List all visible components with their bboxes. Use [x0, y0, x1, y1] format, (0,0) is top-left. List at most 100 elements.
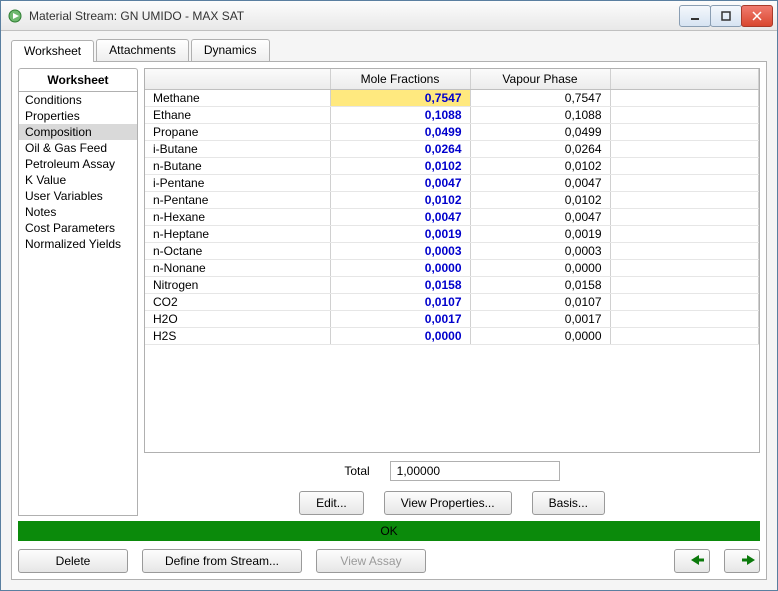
nav-item-composition[interactable]: Composition [19, 124, 137, 140]
action-buttons: Edit... View Properties... Basis... [144, 485, 760, 517]
cell-name[interactable]: H2O [145, 310, 330, 327]
cell-mole-fraction[interactable]: 0,1088 [330, 106, 470, 123]
cell-mole-fraction[interactable]: 0,0000 [330, 327, 470, 344]
cell-mole-fraction[interactable]: 0,0047 [330, 174, 470, 191]
cell-name[interactable]: Methane [145, 89, 330, 106]
cell-empty [610, 327, 759, 344]
tab-page: Worksheet ConditionsPropertiesCompositio… [11, 61, 767, 580]
table-row: Methane0,75470,7547 [145, 89, 759, 106]
cell-mole-fraction[interactable]: 0,0264 [330, 140, 470, 157]
cell-vapour-phase[interactable]: 0,0003 [470, 242, 610, 259]
cell-name[interactable]: n-Octane [145, 242, 330, 259]
tab-attachments[interactable]: Attachments [96, 39, 189, 61]
nav-header: Worksheet [18, 68, 138, 91]
delete-button[interactable]: Delete [18, 549, 128, 573]
cell-name[interactable]: n-Butane [145, 157, 330, 174]
cell-name[interactable]: n-Pentane [145, 191, 330, 208]
cell-empty [610, 242, 759, 259]
close-button[interactable] [741, 5, 773, 27]
cell-vapour-phase[interactable]: 0,0102 [470, 191, 610, 208]
total-label: Total [344, 464, 369, 478]
cell-mole-fraction[interactable]: 0,0003 [330, 242, 470, 259]
col-name[interactable] [145, 69, 330, 89]
cell-name[interactable]: Propane [145, 123, 330, 140]
cell-empty [610, 225, 759, 242]
minimize-button[interactable] [679, 5, 711, 27]
forward-button[interactable] [724, 549, 760, 573]
cell-vapour-phase[interactable]: 0,0264 [470, 140, 610, 157]
table-row: n-Pentane0,01020,0102 [145, 191, 759, 208]
cell-name[interactable]: n-Heptane [145, 225, 330, 242]
footer: Delete Define from Stream... View Assay [18, 545, 760, 573]
table-row: H2S0,00000,0000 [145, 327, 759, 344]
total-row: Total [144, 453, 760, 485]
cell-mole-fraction[interactable]: 0,0499 [330, 123, 470, 140]
cell-name[interactable]: Nitrogen [145, 276, 330, 293]
view-properties-button[interactable]: View Properties... [384, 491, 512, 515]
edit-button[interactable]: Edit... [299, 491, 364, 515]
cell-name[interactable]: n-Nonane [145, 259, 330, 276]
nav-item-conditions[interactable]: Conditions [19, 92, 137, 108]
tab-worksheet[interactable]: Worksheet [11, 40, 94, 62]
nav-item-user-variables[interactable]: User Variables [19, 188, 137, 204]
nav-item-k-value[interactable]: K Value [19, 172, 137, 188]
cell-mole-fraction[interactable]: 0,0047 [330, 208, 470, 225]
nav-item-oil-gas-feed[interactable]: Oil & Gas Feed [19, 140, 137, 156]
cell-mole-fraction[interactable]: 0,0158 [330, 276, 470, 293]
back-button[interactable] [674, 549, 710, 573]
cell-vapour-phase[interactable]: 0,0019 [470, 225, 610, 242]
cell-name[interactable]: i-Pentane [145, 174, 330, 191]
table-row: n-Octane0,00030,0003 [145, 242, 759, 259]
cell-empty [610, 157, 759, 174]
cell-vapour-phase[interactable]: 0,0499 [470, 123, 610, 140]
table-row: n-Nonane0,00000,0000 [145, 259, 759, 276]
cell-vapour-phase[interactable]: 0,0017 [470, 310, 610, 327]
nav-item-properties[interactable]: Properties [19, 108, 137, 124]
app-icon [7, 8, 23, 24]
cell-mole-fraction[interactable]: 0,0017 [330, 310, 470, 327]
cell-name[interactable]: CO2 [145, 293, 330, 310]
cell-mole-fraction[interactable]: 0,0000 [330, 259, 470, 276]
cell-mole-fraction[interactable]: 0,0019 [330, 225, 470, 242]
window: Material Stream: GN UMIDO - MAX SAT Work… [0, 0, 778, 591]
cell-name[interactable]: n-Hexane [145, 208, 330, 225]
cell-mole-fraction[interactable]: 0,0107 [330, 293, 470, 310]
window-controls [680, 5, 773, 27]
cell-vapour-phase[interactable]: 0,0158 [470, 276, 610, 293]
tab-row: Worksheet Attachments Dynamics [11, 39, 767, 61]
cell-vapour-phase[interactable]: 0,0047 [470, 208, 610, 225]
cell-mole-fraction[interactable]: 0,7547 [330, 89, 470, 106]
cell-vapour-phase[interactable]: 0,0000 [470, 327, 610, 344]
cell-vapour-phase[interactable]: 0,0047 [470, 174, 610, 191]
define-from-stream-button[interactable]: Define from Stream... [142, 549, 302, 573]
cell-vapour-phase[interactable]: 0,0102 [470, 157, 610, 174]
cell-empty [610, 123, 759, 140]
total-input[interactable] [390, 461, 560, 481]
col-vapour-phase[interactable]: Vapour Phase [470, 69, 610, 89]
client-area: Worksheet Attachments Dynamics Worksheet… [1, 31, 777, 590]
ok-bar[interactable]: OK [18, 521, 760, 541]
cell-mole-fraction[interactable]: 0,0102 [330, 157, 470, 174]
cell-vapour-phase[interactable]: 0,0000 [470, 259, 610, 276]
basis-button[interactable]: Basis... [532, 491, 605, 515]
maximize-button[interactable] [710, 5, 742, 27]
nav-item-cost-parameters[interactable]: Cost Parameters [19, 220, 137, 236]
nav-item-petroleum-assay[interactable]: Petroleum Assay [19, 156, 137, 172]
table-row: Ethane0,10880,1088 [145, 106, 759, 123]
nav-item-normalized-yields[interactable]: Normalized Yields [19, 236, 137, 252]
col-mole-fractions[interactable]: Mole Fractions [330, 69, 470, 89]
cell-name[interactable]: Ethane [145, 106, 330, 123]
composition-grid: Mole Fractions Vapour Phase Methane0,754… [144, 68, 760, 453]
cell-name[interactable]: i-Butane [145, 140, 330, 157]
cell-vapour-phase[interactable]: 0,0107 [470, 293, 610, 310]
cell-empty [610, 293, 759, 310]
cell-vapour-phase[interactable]: 0,7547 [470, 89, 610, 106]
cell-empty [610, 310, 759, 327]
cell-name[interactable]: H2S [145, 327, 330, 344]
cell-empty [610, 89, 759, 106]
nav-item-notes[interactable]: Notes [19, 204, 137, 220]
table-row: n-Hexane0,00470,0047 [145, 208, 759, 225]
cell-vapour-phase[interactable]: 0,1088 [470, 106, 610, 123]
tab-dynamics[interactable]: Dynamics [191, 39, 270, 61]
cell-mole-fraction[interactable]: 0,0102 [330, 191, 470, 208]
